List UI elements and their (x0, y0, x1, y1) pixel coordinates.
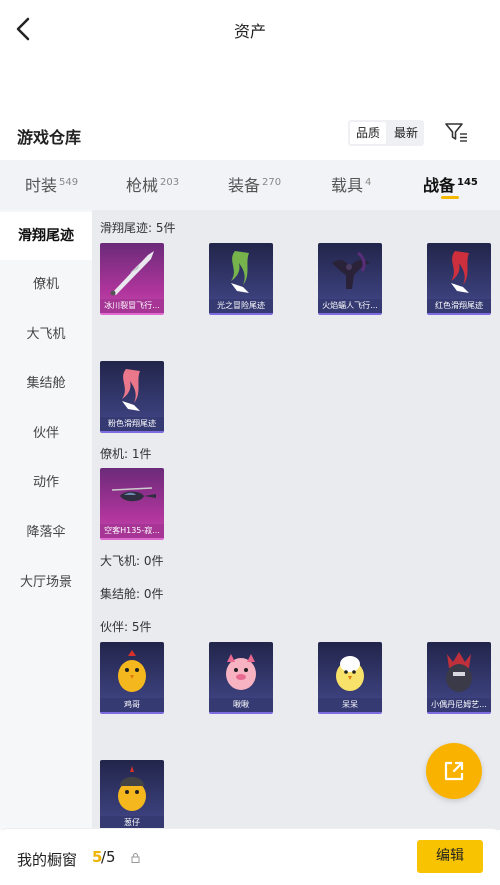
page-title: 资产 (233, 22, 266, 41)
item-name: 空客H135-寂... (100, 524, 164, 538)
yellow-chick-icon (118, 650, 146, 692)
section-label-wingman: 僚机: 1件 (100, 447, 152, 461)
item-grid: 滑翔尾迹: 5件 冰川裂冒飞行... 光之冒险尾迹 火焰蝠人飞行... 红色滑翔… (92, 210, 500, 830)
item-card[interactable]: 啾啾 (209, 642, 273, 714)
tab-fashion[interactable]: 时装 549 (25, 172, 78, 196)
tab-label: 战备 (423, 176, 456, 195)
white-chick-icon (336, 656, 364, 691)
share-export-icon (444, 761, 464, 781)
item-name: 冰川裂冒飞行... (100, 299, 164, 313)
item-card[interactable]: 葱仔 (100, 760, 164, 830)
warehouse-title: 游戏仓库 (17, 128, 82, 147)
item-name: 呆呆 (318, 698, 382, 712)
sidebar-item-pod[interactable]: 集结舱 (0, 360, 92, 408)
item-name: 火焰蝠人飞行... (318, 299, 382, 313)
tab-count: 270 (262, 176, 282, 188)
sort-quality-button[interactable]: 品质 (350, 122, 387, 144)
active-tab-indicator (441, 196, 459, 199)
green-smoke-trail-icon (231, 251, 249, 293)
sidebar-item-lobby-scene[interactable]: 大厅场景 (0, 559, 92, 607)
sidebar-item-big-plane[interactable]: 大飞机 (0, 311, 92, 359)
edit-button[interactable]: 编辑 (417, 840, 483, 873)
pink-smoke-trail-icon (122, 369, 140, 411)
tab-label: 时装 (25, 176, 58, 195)
item-card[interactable]: 空客H135-寂... (100, 468, 164, 540)
sidebar-item-parachute[interactable]: 降落伞 (0, 509, 92, 557)
tab-count: 145 (457, 176, 478, 188)
tab-vehicles[interactable]: 载具 4 (331, 172, 371, 196)
section-label-partner: 伙伴: 5件 (100, 620, 152, 634)
pink-pig-icon (226, 654, 256, 690)
item-card[interactable]: 呆呆 (318, 642, 382, 714)
subcategory-sidebar: 滑翔尾迹 僚机 大飞机 集结舱 伙伴 动作 降落伞 大厅场景 (0, 210, 92, 830)
section-label-glide: 滑翔尾迹: 5件 (100, 221, 176, 235)
item-card[interactable]: 红色滑翔尾迹 (427, 243, 491, 315)
sort-newest-button[interactable]: 最新 (388, 120, 424, 146)
item-card[interactable]: 冰川裂冒飞行... (100, 243, 164, 315)
item-name: 鸡哥 (100, 698, 164, 712)
tab-label: 枪械 (126, 176, 159, 195)
item-name: 啾啾 (209, 698, 273, 712)
helmet-chick-icon (118, 766, 146, 811)
blade-icon (110, 251, 154, 296)
tab-count: 4 (365, 176, 372, 188)
showcase-label: 我的橱窗 (17, 851, 78, 869)
tab-count: 549 (59, 176, 79, 188)
item-card[interactable]: 小偶丹尼姆艺... (427, 642, 491, 714)
tab-count: 203 (160, 176, 180, 188)
sidebar-item-glide-trail[interactable]: 滑翔尾迹 (0, 212, 92, 260)
showcase-total-count: /5 (101, 848, 116, 866)
item-card[interactable]: 鸡哥 (100, 642, 164, 714)
section-label-plane: 大飞机: 0件 (100, 554, 164, 568)
armored-knight-icon (446, 652, 472, 692)
sidebar-item-emote[interactable]: 动作 (0, 459, 92, 507)
section-label-pod: 集结舱: 0件 (100, 587, 164, 601)
top-bar: 资产 (0, 0, 500, 60)
item-name: 小偶丹尼姆艺... (427, 698, 491, 712)
tab-battle-gear[interactable]: 战备 145 (423, 172, 478, 196)
item-card[interactable]: 光之冒险尾迹 (209, 243, 273, 315)
item-card[interactable]: 粉色滑翔尾迹 (100, 361, 164, 433)
category-tabs: 时装 549 枪械 203 装备 270 载具 4 战备 145 (0, 160, 500, 210)
item-name: 光之冒险尾迹 (209, 299, 273, 313)
tab-equipment[interactable]: 装备 270 (228, 172, 281, 196)
sidebar-item-partner[interactable]: 伙伴 (0, 410, 92, 458)
lock-icon (131, 853, 140, 863)
item-name: 粉色滑翔尾迹 (100, 417, 164, 431)
tab-firearms[interactable]: 枪械 203 (126, 172, 179, 196)
filter-icon[interactable] (444, 121, 468, 143)
red-smoke-trail-icon (451, 251, 469, 293)
item-name: 红色滑翔尾迹 (427, 299, 491, 313)
bat-figure-icon (332, 251, 370, 289)
sort-toggle: 品质 最新 (348, 120, 425, 146)
item-card[interactable]: 火焰蝠人飞行... (318, 243, 382, 315)
helicopter-icon (111, 487, 156, 502)
showcase-bar: 我的橱窗 5 /5 编辑 (0, 828, 500, 885)
sidebar-item-wingman[interactable]: 僚机 (0, 261, 92, 309)
tab-label: 装备 (228, 176, 261, 195)
share-fab-button[interactable] (426, 743, 482, 799)
tab-label: 载具 (331, 176, 364, 195)
